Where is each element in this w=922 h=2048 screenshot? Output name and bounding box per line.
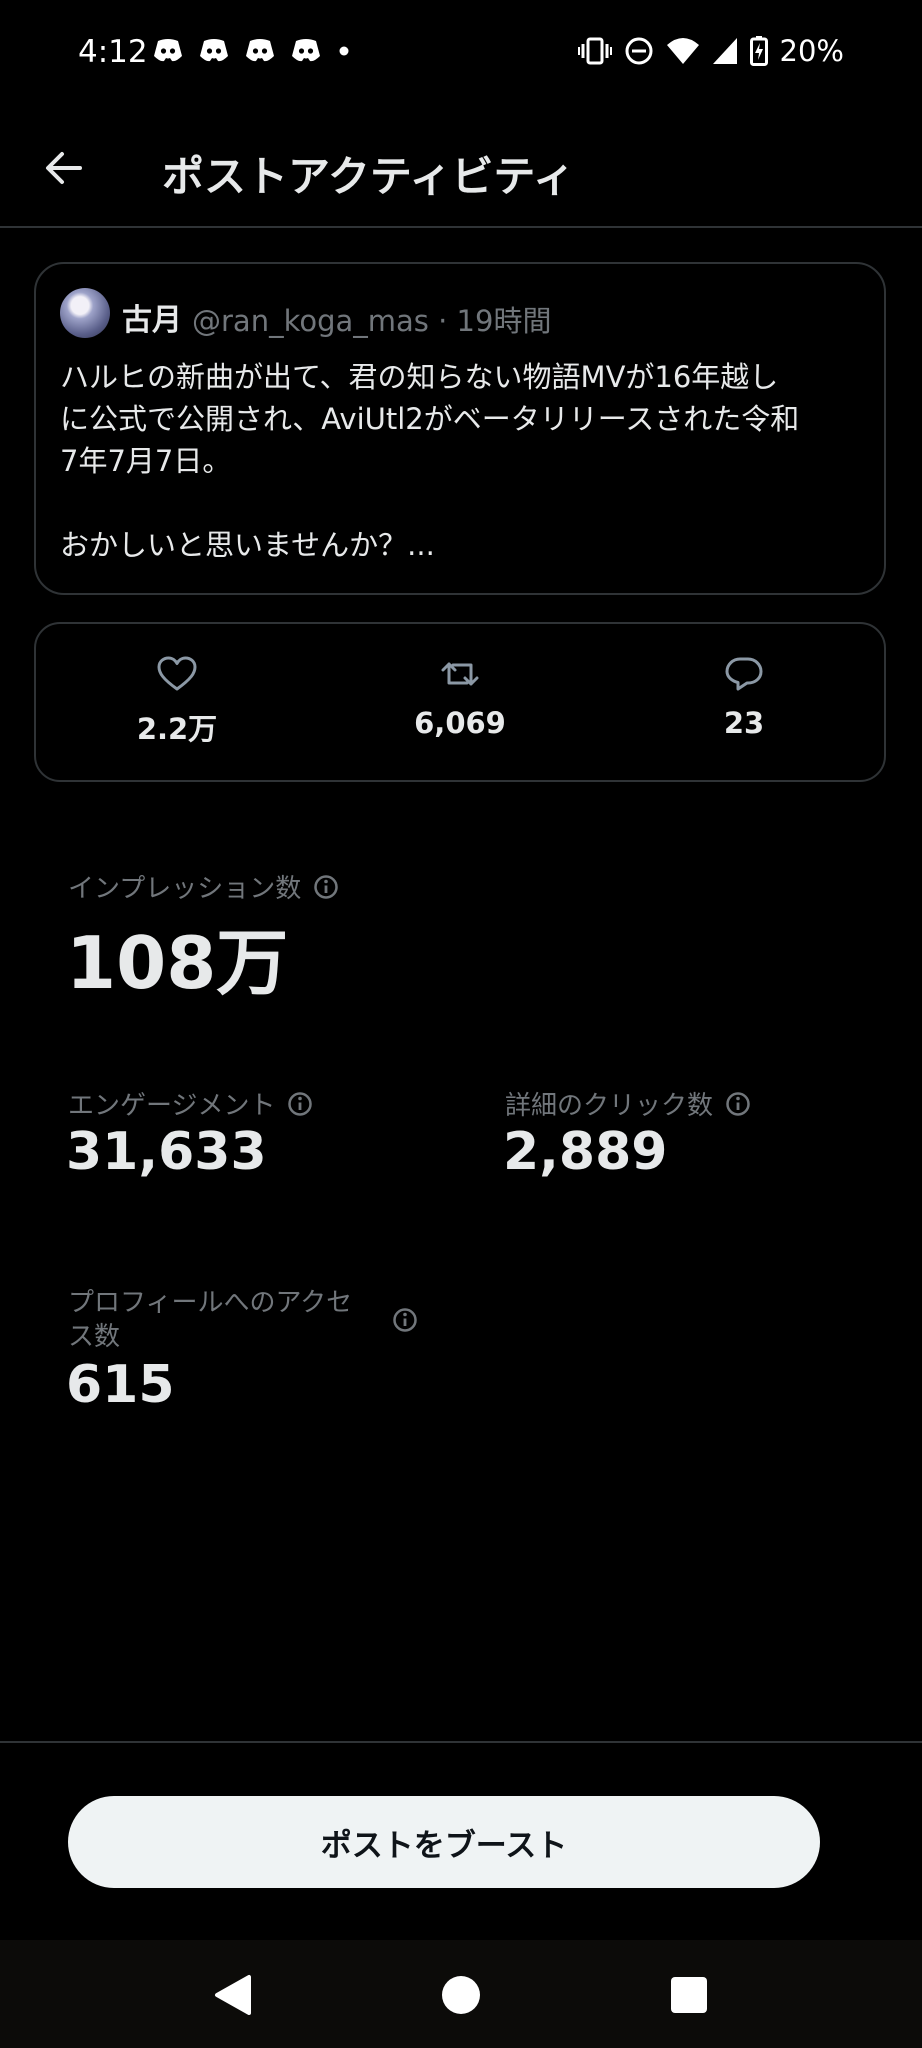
signal-icon (712, 38, 737, 64)
replies-count: 23 (723, 706, 765, 740)
discord-icon (200, 39, 228, 62)
dot-icon (339, 46, 349, 56)
heart-icon (157, 656, 197, 691)
info-icon[interactable] (313, 874, 339, 900)
triangle-back-icon (215, 1975, 251, 2015)
boost-post-button[interactable]: ポストをブースト (68, 1796, 820, 1888)
info-icon[interactable] (392, 1307, 418, 1333)
impressions-label-row: インプレッション数 (68, 868, 339, 905)
status-right: 20% (577, 34, 844, 68)
nav-home-button[interactable] (442, 1976, 480, 2014)
profile-visits-label: プロフィールへのアクセ ス数 (68, 1288, 353, 1352)
detail-clicks-label-row: 詳細のクリック数 (505, 1085, 751, 1122)
profile-visits-value: 615 (66, 1355, 175, 1415)
arrow-left-icon (46, 152, 82, 184)
header-divider (0, 226, 922, 228)
author-meta: @ran_koga_mas · 19時間 (192, 304, 552, 338)
discord-icon (246, 39, 274, 62)
nav-back-button[interactable] (213, 1974, 253, 2020)
reply-icon (725, 657, 763, 691)
impressions-value: 108万 (66, 921, 289, 1005)
likes-stat[interactable]: 2.2万 (77, 656, 277, 748)
notification-icons (152, 38, 352, 64)
avatar[interactable] (60, 288, 110, 338)
info-icon[interactable] (725, 1091, 751, 1117)
repost-icon (441, 662, 479, 686)
wifi-icon (666, 38, 699, 64)
likes-count: 2.2万 (136, 712, 218, 746)
info-icon[interactable] (287, 1091, 313, 1117)
status-time: 4:12 (78, 34, 148, 70)
discord-icon (154, 39, 182, 62)
replies-stat[interactable]: 23 (644, 656, 844, 740)
reposts-stat[interactable]: 6,069 (360, 656, 560, 740)
detail-clicks-label: 詳細のクリック数 (505, 1091, 714, 1121)
engagement-value: 31,633 (66, 1122, 267, 1182)
vibrate-icon (577, 37, 612, 65)
impressions-label: インプレッション数 (68, 874, 302, 904)
nav-recents-button[interactable] (671, 1977, 707, 2013)
page-title: ポストアクティビティ (162, 152, 575, 201)
author-name: 古月 (122, 303, 182, 338)
post-text: ハルヒの新曲が出て、君の知らない物語MVが16年越し に公式で公開され、AviU… (60, 360, 800, 562)
dnd-icon (625, 37, 653, 65)
bottom-divider (0, 1741, 922, 1743)
battery-charging-icon (749, 36, 768, 66)
engagement-label-row: エンゲージメント (68, 1085, 313, 1122)
back-button[interactable] (36, 140, 92, 196)
reposts-count: 6,069 (414, 706, 506, 740)
profile-visits-label-row: プロフィールへのアクセ ス数 (68, 1286, 418, 1354)
battery-percent: 20% (779, 34, 844, 68)
engagement-label: エンゲージメント (68, 1091, 276, 1121)
discord-icon (292, 39, 320, 62)
detail-clicks-value: 2,889 (503, 1122, 668, 1182)
